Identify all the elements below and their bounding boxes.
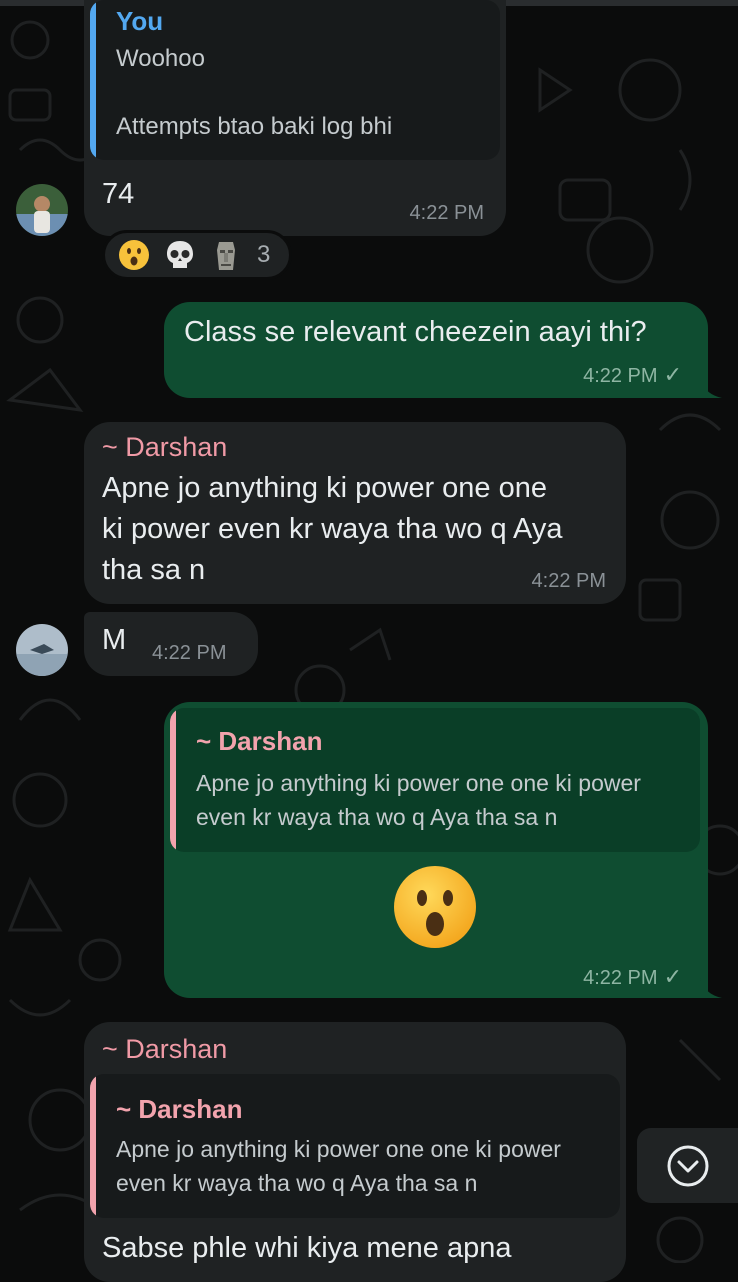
message-bubble[interactable]: ~ Darshan Apne jo anything ki power one … bbox=[164, 702, 708, 998]
astonished-face-icon bbox=[394, 866, 476, 948]
quote-accent-bar bbox=[170, 708, 176, 852]
quoted-text-line: Apne jo anything ki power one one ki pow… bbox=[116, 1136, 561, 1162]
bubble-tail bbox=[700, 978, 722, 998]
quoted-text-line: Attempts btao baki log bhi bbox=[116, 113, 393, 140]
quoted-author: ~ Darshan bbox=[196, 726, 323, 756]
quoted-author: ~ Darshan bbox=[116, 1094, 243, 1124]
scroll-to-bottom-button[interactable] bbox=[637, 1128, 738, 1203]
message-text: 74 bbox=[102, 178, 135, 210]
quoted-message[interactable]: ~ Darshan Apne jo anything ki power one … bbox=[170, 708, 700, 852]
message-time: 4:22 PM bbox=[531, 570, 606, 592]
sent-check-icon: ✓ bbox=[663, 964, 682, 989]
message-time: 4:22 PM bbox=[409, 202, 484, 224]
sent-check-icon: ✓ bbox=[663, 362, 682, 387]
message-meta: 4:22 PM ✓ bbox=[583, 362, 682, 388]
astonished-face-icon bbox=[119, 240, 149, 270]
skull-icon bbox=[167, 241, 193, 268]
quoted-text-line: Woohoo bbox=[116, 45, 205, 72]
sender-name: ~ Darshan bbox=[102, 1034, 228, 1064]
message-bubble[interactable]: ~ Darshan ~ Darshan Apne jo anything ki … bbox=[84, 1022, 626, 1282]
message-text: M bbox=[102, 624, 127, 656]
message-meta: 4:22 PM ✓ bbox=[583, 964, 682, 990]
message-bubble[interactable]: ~ Darshan Apne jo anything ki power one … bbox=[84, 422, 626, 604]
sender-name: ~ Darshan bbox=[102, 432, 228, 462]
chevron-down-icon bbox=[667, 1145, 708, 1186]
moai-icon bbox=[217, 242, 235, 270]
message-text-line: ki power even kr waya tha wo q Aya bbox=[102, 513, 563, 545]
message-time: 4:22 PM bbox=[583, 967, 658, 989]
message-time: 4:22 PM bbox=[583, 365, 658, 387]
contact-avatar[interactable] bbox=[16, 624, 68, 676]
reaction-count: 3 bbox=[257, 241, 271, 268]
message-text: Class se relevant cheezein aayi thi? bbox=[184, 316, 647, 348]
message-bubble[interactable]: You Woohoo Attempts btao baki log bhi 74… bbox=[84, 0, 506, 236]
quoted-message[interactable]: You Woohoo Attempts btao baki log bhi bbox=[90, 0, 500, 160]
reactions-pill[interactable]: 3 bbox=[102, 230, 292, 280]
message-text-line: tha sa n bbox=[102, 554, 206, 586]
quoted-text-line: even kr waya tha wo q Aya tha sa n bbox=[116, 1170, 478, 1196]
quoted-text-line: even kr waya tha wo q Aya tha sa n bbox=[196, 804, 558, 830]
bubble-tail bbox=[700, 378, 722, 398]
message-time: 4:22 PM bbox=[152, 642, 227, 664]
quote-accent-bar bbox=[90, 1074, 96, 1218]
quoted-message[interactable]: ~ Darshan Apne jo anything ki power one … bbox=[90, 1074, 620, 1218]
quoted-text-line: Apne jo anything ki power one one ki pow… bbox=[196, 770, 641, 796]
quoted-author: You bbox=[116, 6, 164, 36]
contact-avatar[interactable] bbox=[16, 184, 68, 236]
message-bubble[interactable]: M 4:22 PM bbox=[84, 612, 258, 676]
message-text-line: Apne jo anything ki power one one bbox=[102, 472, 547, 504]
quote-accent-bar bbox=[90, 0, 96, 160]
message-bubble[interactable]: Class se relevant cheezein aayi thi? 4:2… bbox=[164, 302, 708, 398]
